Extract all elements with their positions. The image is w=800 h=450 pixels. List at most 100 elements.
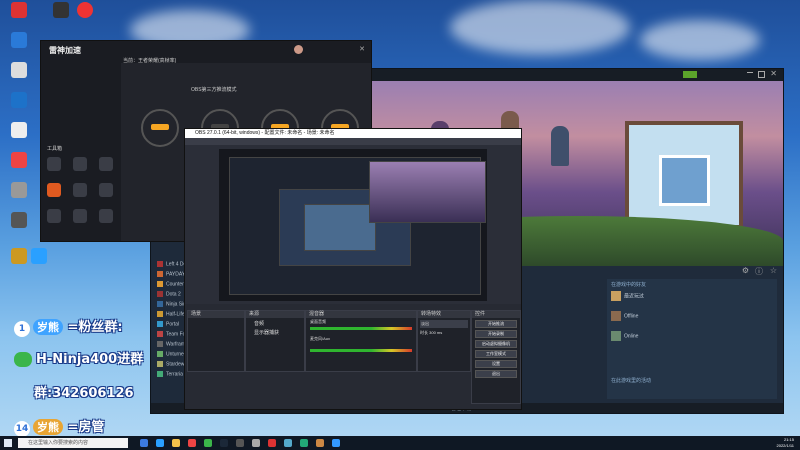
step-tag: [151, 124, 169, 130]
favorite-icon[interactable]: ☆: [770, 266, 777, 275]
desktop-icon[interactable]: [2, 212, 36, 229]
minimize-icon[interactable]: [747, 72, 753, 73]
studio-mode-button[interactable]: 工作室模式: [475, 350, 517, 358]
desktop-icon[interactable]: [2, 122, 36, 139]
status-badge[interactable]: [683, 71, 697, 78]
fans-badge: 岁熊: [33, 319, 63, 335]
game-icon: [157, 301, 163, 307]
desktop-icon[interactable]: [2, 182, 36, 199]
duration-label: 时长: [420, 330, 428, 335]
scenes-dock: 场景: [187, 310, 245, 372]
settings-button[interactable]: 设置: [475, 360, 517, 368]
game-icon: [157, 271, 163, 277]
desktop-icon[interactable]: [68, 2, 102, 19]
taskbar-app-icon[interactable]: [172, 439, 180, 447]
game-icon: [157, 311, 163, 317]
friend-row[interactable]: Online: [611, 331, 771, 345]
taskbar-app-icon[interactable]: [156, 439, 164, 447]
system-tray[interactable]: [704, 440, 764, 446]
taskbar: 在这里输入你要搜索的内容 21:15 2022/1/11: [0, 436, 800, 450]
close-icon[interactable]: ✕: [770, 69, 777, 78]
taskbar-app-icon[interactable]: [140, 439, 148, 447]
wallpaper-cloud: [450, 0, 630, 55]
desktop-icon[interactable]: [2, 152, 36, 169]
avatar: [611, 291, 621, 301]
info-icon[interactable]: ⓘ: [755, 266, 763, 277]
virtual-camera-button[interactable]: 启动虚拟摄像机: [475, 340, 517, 348]
avatar: [611, 311, 621, 321]
maximize-icon[interactable]: [758, 71, 765, 78]
wechat-icon: [14, 352, 32, 367]
start-stream-button[interactable]: 开始推流: [475, 320, 517, 328]
taskbar-app-icon[interactable]: [284, 439, 292, 447]
obs-preview[interactable]: [219, 149, 487, 301]
exit-button[interactable]: 退出: [475, 370, 517, 378]
dock-title: 转场特效: [418, 311, 470, 318]
group-number-overlay: 群:342606126: [34, 382, 134, 401]
taskbar-app-icon[interactable]: [236, 439, 244, 447]
tool-icon[interactable]: [47, 183, 61, 197]
steam-friends-panel: 在游戏中的好友 最近玩过 Offline Online 在此游戏里的活动: [607, 279, 777, 399]
friend-row[interactable]: 最近玩过: [611, 291, 771, 305]
app-logo: 雷神加速: [49, 46, 81, 55]
group-line: 群:342606126: [34, 386, 134, 401]
desktop-icon[interactable]: [22, 248, 56, 265]
tool-icon[interactable]: [73, 157, 87, 171]
desktop-icon[interactable]: [2, 62, 36, 79]
dock-title: 来源: [246, 311, 304, 318]
dock-title: 控件: [472, 311, 520, 318]
taskbar-app-icon[interactable]: [332, 439, 340, 447]
close-icon[interactable]: ✕: [359, 45, 365, 53]
tools-label: 工具箱: [47, 146, 63, 152]
avatar[interactable]: [294, 45, 303, 54]
admin-overlay: 14 岁熊 =房管: [14, 416, 104, 437]
desktop-icon[interactable]: [2, 2, 36, 19]
source-item[interactable]: 显示器捕获: [246, 329, 304, 336]
tool-icon[interactable]: [99, 209, 113, 223]
level-badge: 1: [14, 321, 30, 337]
transitions-dock: 转场特效 淡出 时长 300 ms: [417, 310, 471, 372]
taskbar-app-icon[interactable]: [220, 439, 228, 447]
activity-label: 在此游戏里的活动: [611, 378, 652, 384]
tool-icon[interactable]: [47, 157, 61, 171]
tool-icon[interactable]: [99, 183, 113, 197]
duration-input[interactable]: 300 ms: [429, 330, 442, 335]
tool-icon[interactable]: [99, 157, 113, 171]
desktop-icon[interactable]: [2, 92, 36, 109]
obs-titlebar: OBS 27.0.1 (64-bit, windows) - 配置文件: 未命名…: [185, 129, 521, 138]
tool-icon[interactable]: [47, 209, 61, 223]
game-icon: [157, 341, 163, 347]
windows-start-icon[interactable]: [4, 439, 12, 447]
clock-date: 2022/1/11: [776, 443, 795, 448]
taskbar-app-icon[interactable]: [188, 439, 196, 447]
obs-menubar: [185, 138, 521, 145]
taskbar-app-icon[interactable]: [252, 439, 260, 447]
level-badge: 14: [14, 421, 30, 437]
taskbar-app-icon[interactable]: [300, 439, 308, 447]
transition-select[interactable]: 淡出: [420, 320, 468, 328]
wallpaper-cloud: [640, 20, 760, 60]
qq-overlay: H-Ninja400进群: [14, 348, 143, 367]
taskbar-app-icon[interactable]: [316, 439, 324, 447]
mixer-channel-label: 桌面音频: [310, 319, 326, 324]
taskbar-clock[interactable]: 21:15 2022/1/11: [777, 437, 795, 449]
tool-icon[interactable]: [73, 183, 87, 197]
fans-label: =粉丝群:: [67, 320, 123, 335]
fans-group-overlay: 1 岁熊 =粉丝群:: [14, 316, 123, 337]
game-icon: [157, 371, 163, 377]
dock-title: 场景: [188, 311, 244, 318]
obs-docks: 场景 来源 音频 显示器捕获 混音器 桌面音频 麦克风/Aux 转场特效 淡出 …: [185, 304, 521, 409]
mode-headline: OBS第三方推流模式: [191, 87, 237, 93]
gear-icon[interactable]: ⚙: [742, 266, 749, 275]
source-item[interactable]: 音频: [246, 318, 304, 329]
taskbar-app-icon[interactable]: [204, 439, 212, 447]
taskbar-app-icon[interactable]: [268, 439, 276, 447]
desktop-icon[interactable]: [2, 32, 36, 49]
game-icon: [157, 361, 163, 367]
start-record-button[interactable]: 开始录制: [475, 330, 517, 338]
taskbar-search-input[interactable]: 在这里输入你要搜索的内容: [18, 438, 128, 448]
tool-icon[interactable]: [73, 209, 87, 223]
game-icon: [157, 331, 163, 337]
step-circle[interactable]: [141, 109, 179, 147]
friend-row[interactable]: Offline: [611, 311, 771, 325]
